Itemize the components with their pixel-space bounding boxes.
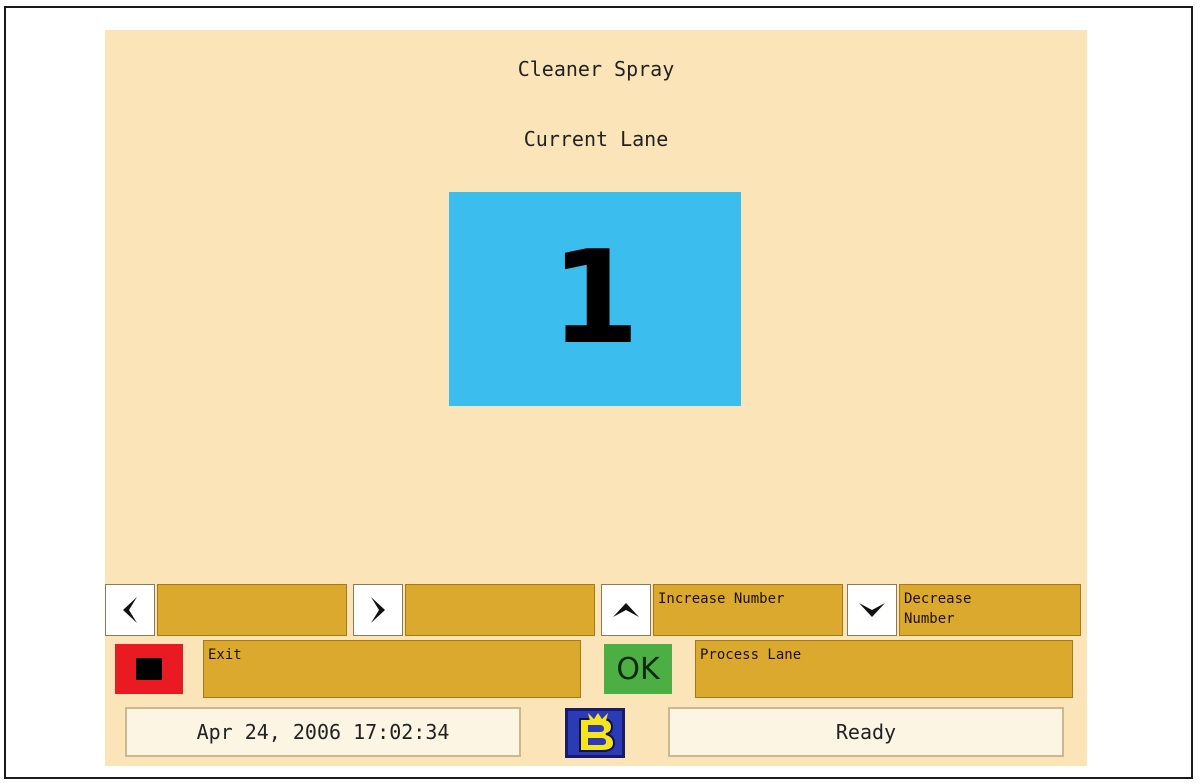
left-arrow-button[interactable] [105,584,155,636]
ok-button[interactable]: OK [604,644,672,694]
logo-icon [568,711,622,755]
arrow-right-icon [371,597,385,623]
decrease-number-label: Decrease Number [899,584,1081,636]
arrow-left-icon [123,597,137,623]
left-arrow-label [157,584,347,636]
stop-icon [136,658,162,680]
status-display: Ready [668,707,1064,757]
exit-label: Exit [203,640,581,698]
exit-button[interactable] [115,644,183,694]
decrease-button[interactable] [847,584,897,636]
lane-number: 1 [550,224,640,373]
brand-logo [565,708,625,758]
right-arrow-button[interactable] [353,584,403,636]
increase-number-label: Increase Number [653,584,843,636]
softkey-row-2: Exit OK Process Lane [105,640,1087,698]
arrow-up-icon [613,603,639,617]
screen-title: Cleaner Spray [517,57,675,81]
decrease-number-text: Decrease Number [904,591,972,627]
arrow-down-icon [859,603,885,617]
increase-button[interactable] [601,584,651,636]
machine-screen: Cleaner Spray Current Lane 1 Increase Nu… [105,30,1087,766]
softkey-row-1: Increase Number Decrease Number [105,582,1087,638]
lane-display: 1 [449,192,741,406]
process-lane-label: Process Lane [695,640,1073,698]
datetime-display: Apr 24, 2006 17:02:34 [125,707,521,757]
right-arrow-label [405,584,595,636]
current-lane-heading: Current Lane [523,127,669,151]
